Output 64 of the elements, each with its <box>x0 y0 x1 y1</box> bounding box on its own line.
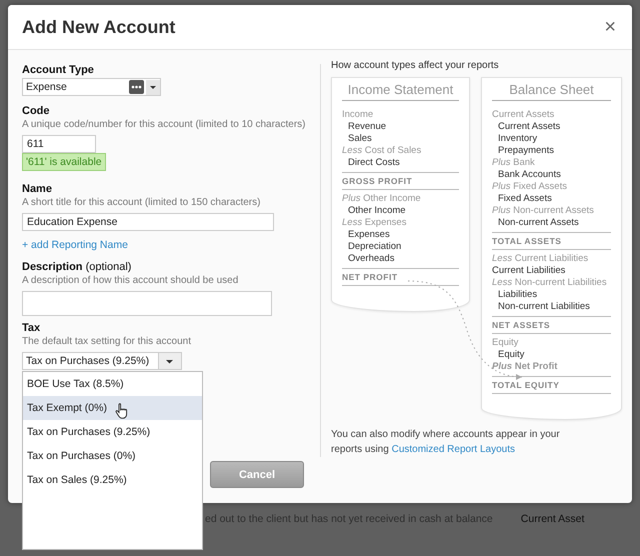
tax-select[interactable]: Tax on Purchases (9.25%) <box>22 352 182 370</box>
account-line: Inventory <box>497 133 538 145</box>
close-button[interactable]: × <box>602 16 618 38</box>
caret-icon <box>158 353 181 369</box>
field-label: Tax <box>22 322 40 334</box>
account-line: Bank Accounts <box>497 169 562 181</box>
section-label: Less Current Liabilities <box>492 253 590 265</box>
account-line: Other Income <box>347 205 407 217</box>
field-hint: A unique code/number for this account (limited to 10 characters) <box>22 119 306 130</box>
section-label: Income <box>342 109 374 121</box>
account-line: Revenue <box>347 121 388 133</box>
availability-message: '611' is available <box>22 153 106 171</box>
section-label: Plus Bank <box>492 157 536 169</box>
section-label: Plus Non-current Assets <box>492 205 595 217</box>
account-line: Fixed Assets <box>497 193 553 205</box>
section-label: Less Cost of Sales <box>342 145 422 157</box>
hand-cursor-icon <box>115 403 129 419</box>
field-hint: A short title for this account (limited to 150 characters) <box>22 197 260 208</box>
section-label: Less Non-current Liabilities <box>492 277 608 289</box>
field-hint: The default tax setting for this account <box>22 336 191 347</box>
account-line: Equity <box>497 349 526 361</box>
field-label: Description (optional) <box>22 261 132 273</box>
tax-option[interactable]: BOE Use Tax (8.5%) <box>23 372 202 396</box>
report-layouts-link[interactable]: Customized Report Layouts <box>392 444 515 455</box>
section-label: Plus Net Profit <box>492 361 558 373</box>
account-line: Current Assets <box>497 121 562 133</box>
dialog-title: Add New Account <box>22 16 176 38</box>
tax-option[interactable]: Tax on Purchases (9.25%) <box>23 420 202 444</box>
section-label: Plus Other Income <box>342 193 422 205</box>
description-input[interactable] <box>22 291 272 316</box>
field-label: Account Type <box>22 64 94 76</box>
tax-option[interactable]: Tax on Sales (9.25%) <box>23 468 202 492</box>
total-line: GROSS PROFIT <box>342 172 459 190</box>
account-line: Expenses <box>347 229 391 241</box>
section-label: Plus Fixed Assets <box>492 181 568 193</box>
field-hint: A description of how this account should be used <box>22 275 238 286</box>
section-label: Equity <box>492 337 520 349</box>
page-text: Current Asset <box>520 513 584 527</box>
field-label: Code <box>22 105 50 117</box>
account-line: Direct Costs <box>347 157 401 169</box>
tax-option[interactable]: Tax on Purchases (0%) <box>23 444 202 468</box>
reports-heading: How account types affect your reports <box>331 60 500 71</box>
section-label: Less Expenses <box>342 217 408 229</box>
account-line: Overheads <box>347 253 396 265</box>
total-line: NET PROFIT <box>342 268 459 286</box>
field-label: Name <box>22 183 52 195</box>
name-input[interactable]: Education Expense <box>22 213 274 231</box>
section-label: Current Assets <box>492 109 556 121</box>
account-line: Non-current Assets <box>497 217 580 229</box>
code-input[interactable]: 611 <box>22 135 96 153</box>
tax-option[interactable]: Tax Exempt (0%) <box>23 396 202 420</box>
account-line: Non-current Liabilities <box>497 301 591 313</box>
report-title: Income Statement <box>342 82 459 101</box>
account-line: Sales <box>347 133 373 145</box>
account-line: Current Liabilities <box>492 265 566 277</box>
add-reporting-name-link[interactable]: + add Reporting Name <box>22 239 128 251</box>
account-line: Liabilities <box>497 289 538 301</box>
report-title: Balance Sheet <box>492 82 611 101</box>
total-line: TOTAL ASSETS <box>492 232 611 250</box>
account-line: Depreciation <box>347 241 402 253</box>
account-line: Prepayments <box>497 145 555 157</box>
total-line: TOTAL EQUITY <box>492 376 611 394</box>
report-note: You can also modify where accounts appear in your reports using Customized Report Layouts <box>331 428 561 457</box>
total-line: NET ASSETS <box>492 316 611 334</box>
